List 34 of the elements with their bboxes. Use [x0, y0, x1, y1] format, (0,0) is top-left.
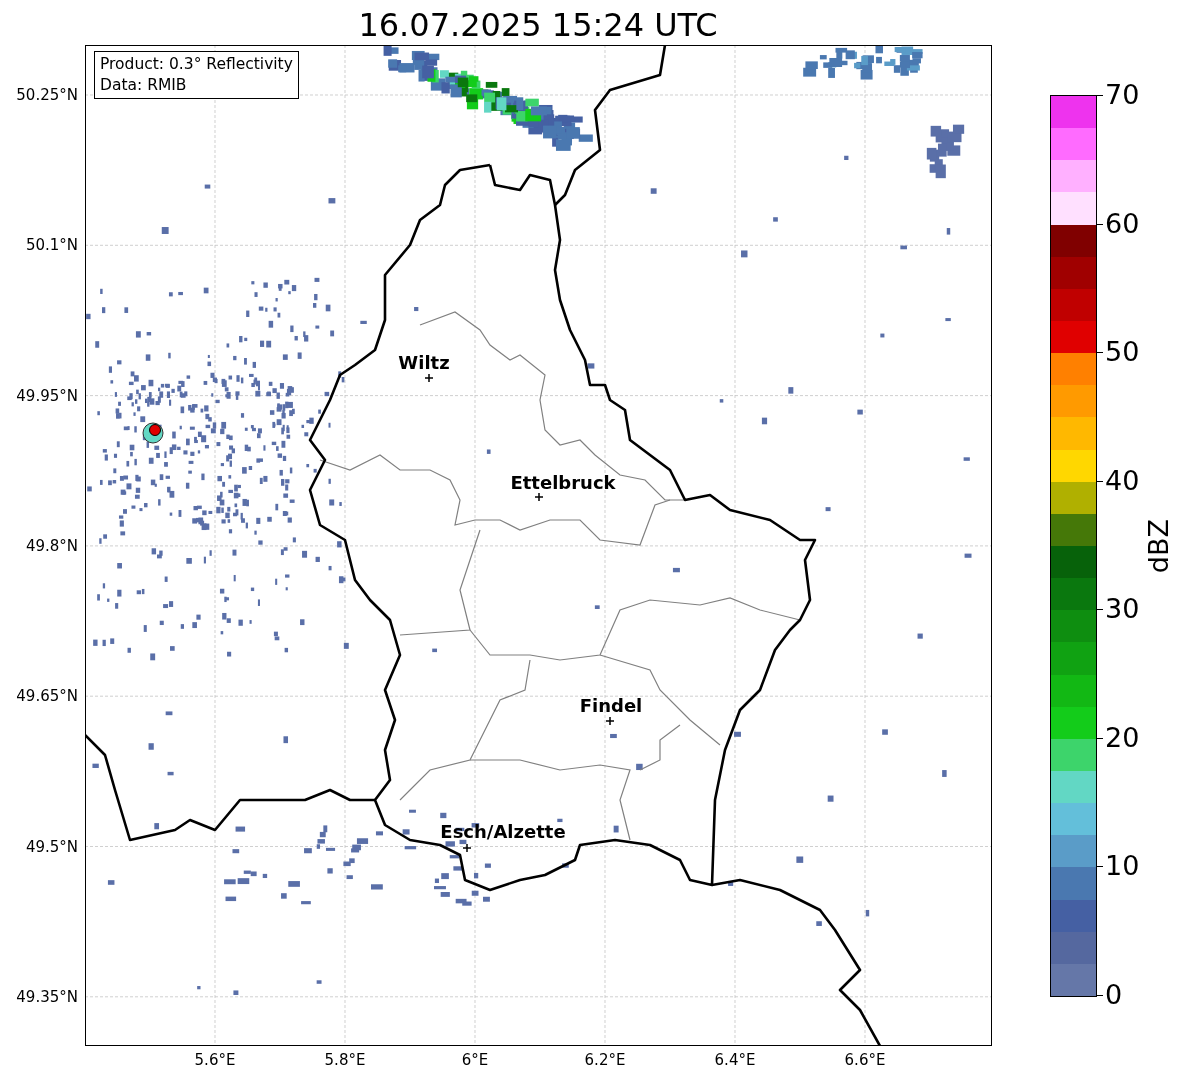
info-text: Data: RMIB: [100, 75, 188, 96]
tick-label: 0: [1105, 980, 1123, 1010]
axis-label: 6.6°E: [844, 1051, 886, 1069]
axis-label: 49.8°N: [25, 536, 78, 555]
axis-label: 50.1°N: [25, 236, 78, 255]
city-marker-icon: [534, 492, 544, 502]
axis-label: 5.6°E: [194, 1051, 236, 1069]
tick-label: 50: [1105, 337, 1140, 368]
city-label: Wiltz: [398, 352, 450, 373]
tick-label: 40: [1105, 465, 1140, 496]
city-label: Findel: [579, 695, 643, 716]
city-marker-icon: [605, 716, 615, 726]
axis-label: 49.65°N: [16, 687, 78, 706]
axis-label: 49.35°N: [16, 987, 78, 1006]
axis-label: 6.4°E: [714, 1051, 756, 1069]
city-label: Esch/Alzette: [440, 821, 566, 842]
axis-label: 49.95°N: [16, 386, 78, 405]
tick-label: 10: [1105, 851, 1140, 882]
city-marker-icon: [462, 843, 472, 853]
axis-label: 6°E: [461, 1051, 489, 1069]
tick-label: 30: [1105, 594, 1140, 625]
tick-label: 20: [1105, 722, 1140, 753]
axis-label: 49.5°N: [25, 837, 78, 856]
chart-title: 16.07.2025 15:24 UTC: [357, 5, 719, 45]
colorbar-title: dBZ: [1143, 518, 1174, 574]
radar-site-marker-icon: [149, 424, 161, 436]
tick-label: 60: [1105, 208, 1140, 239]
info-text: Product: 0.3° Reflectivity: [100, 54, 293, 75]
city-marker-icon: [424, 373, 434, 383]
axis-label: 5.8°E: [324, 1051, 366, 1069]
city-label: Ettelbruck: [510, 472, 616, 493]
axis-label: 50.25°N: [16, 86, 78, 104]
axis-label: 6.2°E: [584, 1051, 626, 1069]
tick-label: 70: [1105, 80, 1140, 110]
